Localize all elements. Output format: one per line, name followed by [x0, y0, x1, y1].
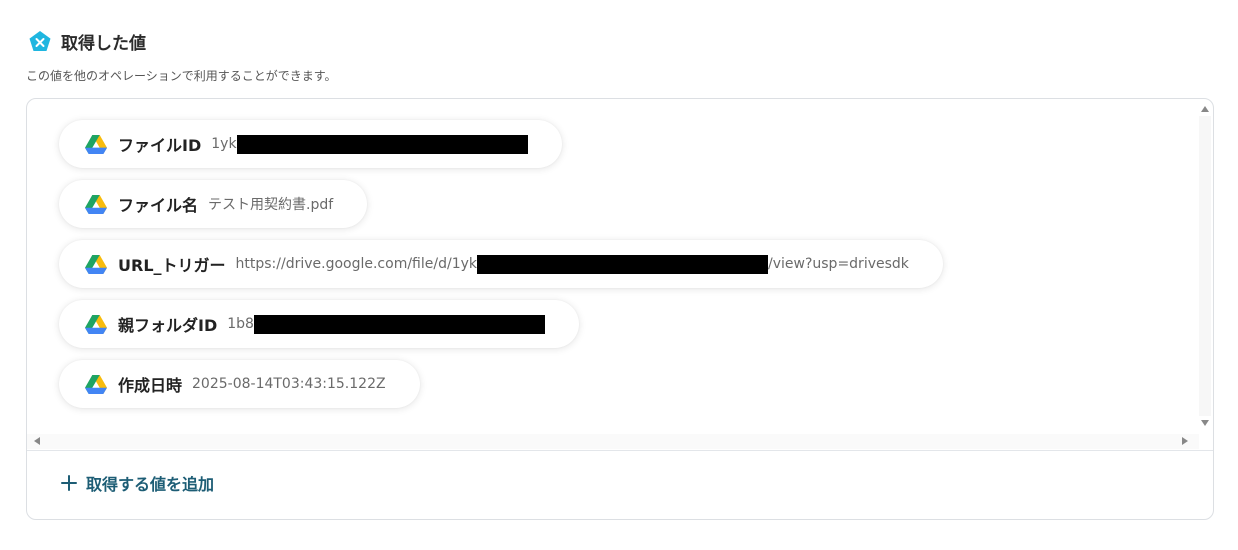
- horizontal-scrollbar[interactable]: [27, 434, 1199, 449]
- scroll-down-arrow-icon[interactable]: [1201, 420, 1209, 426]
- value-text: 1b8: [227, 314, 545, 334]
- scroll-right-arrow-icon[interactable]: [1182, 437, 1188, 445]
- google-drive-icon: [85, 254, 107, 274]
- redaction-block: [253, 314, 545, 334]
- value-label: URL_トリガー: [118, 256, 226, 275]
- google-drive-icon: [85, 314, 107, 334]
- add-value-label: 取得する値を追加: [86, 475, 215, 494]
- values-panel: ファイルID 1yk ファイル名 テスト用契約書.pdf URL_トリガー ht…: [26, 98, 1214, 520]
- value-text: https://drive.google.com/file/d/1yk /vie…: [235, 254, 909, 274]
- value-text: 1yk: [211, 134, 528, 154]
- scroll-up-arrow-icon[interactable]: [1201, 106, 1209, 112]
- value-prefix: 1b8: [227, 316, 254, 332]
- value-chip-created-time[interactable]: 作成日時 2025-08-14T03:43:15.122Z: [59, 360, 420, 408]
- vertical-scrollbar[interactable]: [1199, 116, 1211, 416]
- values-scroll-area: ファイルID 1yk ファイル名 テスト用契約書.pdf URL_トリガー ht…: [27, 99, 1213, 451]
- google-drive-icon: [85, 374, 107, 394]
- value-label: ファイル名: [118, 196, 199, 215]
- value-text: テスト用契約書.pdf: [208, 194, 333, 214]
- section-description: この値を他のオペレーションで利用することができます。: [26, 69, 337, 83]
- value-label: 親フォルダID: [118, 316, 218, 335]
- value-chip-file-name[interactable]: ファイル名 テスト用契約書.pdf: [59, 180, 368, 228]
- plus-icon: [61, 475, 77, 491]
- section-header: 取得した値: [28, 29, 146, 54]
- value-suffix: /view?usp=drivesdk: [768, 256, 909, 272]
- add-value-button[interactable]: 取得する値を追加: [61, 471, 214, 495]
- redaction-block: [236, 134, 528, 154]
- redaction-block: [477, 254, 768, 274]
- value-chip-url-trigger[interactable]: URL_トリガー https://drive.google.com/file/d…: [59, 240, 943, 288]
- value-prefix: テスト用契約書.pdf: [208, 197, 334, 213]
- value-prefix: 1yk: [211, 136, 237, 152]
- value-prefix: 2025-08-14T03:43:15.122Z: [192, 376, 386, 392]
- value-label: 作成日時: [118, 376, 183, 395]
- google-drive-icon: [85, 194, 107, 214]
- scroll-left-arrow-icon[interactable]: [34, 437, 40, 445]
- extract-values-icon: [29, 30, 51, 51]
- value-prefix: https://drive.google.com/file/d/1yk: [235, 256, 477, 272]
- value-text: 2025-08-14T03:43:15.122Z: [192, 376, 386, 392]
- value-chip-parent-folder-id[interactable]: 親フォルダID 1b8: [59, 300, 579, 348]
- section-title: 取得した値: [61, 34, 146, 54]
- google-drive-icon: [85, 134, 107, 154]
- value-chip-file-id[interactable]: ファイルID 1yk: [59, 120, 562, 168]
- value-label: ファイルID: [118, 136, 202, 155]
